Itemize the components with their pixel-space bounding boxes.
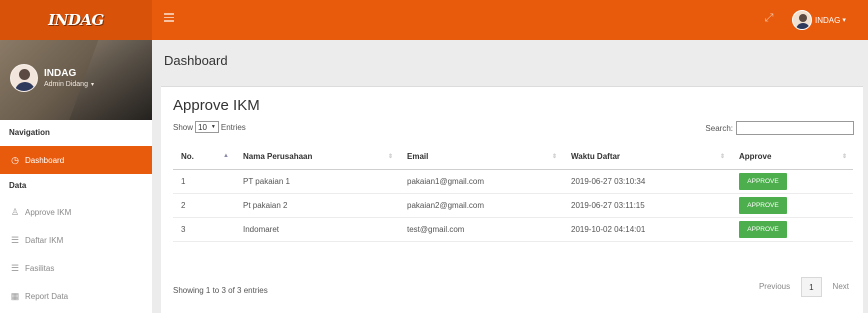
cell-nama: Pt pakaian 2 xyxy=(235,193,399,218)
cell-nama: Indomaret xyxy=(235,217,399,242)
table-info: Showing 1 to 3 of 3 entries xyxy=(173,286,268,295)
sort-icon: ⇕ xyxy=(387,154,393,160)
cell-nama: PT pakaian 1 xyxy=(235,169,399,194)
table-row: 3 Indomaret test@gmail.com 2019-10-02 04… xyxy=(173,217,853,242)
sidebar-item-label: Approve IKM xyxy=(25,207,72,217)
table-header-row: No. ▲ Nama Perusahaan ⇕ Email ⇕ Waktu Dafta… xyxy=(173,145,853,170)
entries-select[interactable]: 10 ▼ xyxy=(195,121,219,133)
user-profile-panel: INDAG Admin Didang ▾ xyxy=(0,40,152,120)
table-row: 1 PT pakaian 1 pakaian1@gmail.com 2019-0… xyxy=(173,169,853,194)
column-header-approve[interactable]: Approve ⇕ xyxy=(731,145,853,170)
search-label: Search: xyxy=(705,123,733,133)
user-check-icon: ♙ xyxy=(10,206,20,217)
sidebar-item-approve-ikm[interactable]: ♙ Approve IKM xyxy=(0,198,152,226)
pagination-previous[interactable]: Previous xyxy=(752,277,797,297)
pagination: Previous 1 Next xyxy=(752,277,856,297)
logo-area[interactable]: INDAG xyxy=(0,0,152,40)
fullscreen-expand-icon[interactable]: ⤢ xyxy=(763,12,775,24)
menu-toggle-icon[interactable] xyxy=(164,13,174,23)
chevron-down-icon: ▾ xyxy=(842,17,846,24)
user-menu[interactable]: INDAG ▾ xyxy=(792,9,846,31)
column-header-email[interactable]: Email ⇕ xyxy=(399,145,563,170)
sort-icon: ⇕ xyxy=(841,154,847,160)
sidebar-item-report-data[interactable]: ▦ Report Data xyxy=(0,282,152,310)
approve-button[interactable]: APPROVE xyxy=(739,172,787,190)
data-section-header: Data xyxy=(9,181,27,190)
user-name: INDAG xyxy=(815,15,841,25)
cell-no: 2 xyxy=(173,193,235,218)
sidebar-item-label: Dashboard xyxy=(25,155,65,165)
sort-icon: ⇕ xyxy=(551,154,557,160)
column-header-no[interactable]: No. ▲ xyxy=(173,145,235,170)
sort-asc-icon: ▲ xyxy=(223,153,229,159)
sidebar: INDAG Admin Didang ▾ Navigation ◷ Dashboa… xyxy=(0,40,152,313)
panel-title: Approve IKM xyxy=(173,97,260,114)
sidebar-item-label: Fasilitas xyxy=(25,263,55,273)
column-header-nama-perusahaan[interactable]: Nama Perusahaan ⇕ xyxy=(235,145,399,170)
cell-waktu: 2019-10-02 04:14:01 xyxy=(563,217,731,242)
show-label: Show xyxy=(173,122,194,132)
profile-role: Admin Didang xyxy=(44,81,88,88)
approve-button[interactable]: APPROVE xyxy=(739,196,787,214)
approve-button[interactable]: APPROVE xyxy=(739,220,787,238)
report-icon: ▦ xyxy=(10,290,20,301)
sort-icon: ⇕ xyxy=(719,154,725,160)
profile-avatar xyxy=(10,64,38,92)
search-input[interactable] xyxy=(736,121,854,135)
entries-select-value: 10 xyxy=(198,122,207,132)
cell-email: pakaian1@gmail.com xyxy=(399,169,563,194)
profile-name: INDAG xyxy=(44,68,77,79)
chevron-down-icon: ▾ xyxy=(90,82,94,88)
pagination-page-1[interactable]: 1 xyxy=(801,277,822,297)
cell-no: 1 xyxy=(173,169,235,194)
avatar xyxy=(792,10,812,30)
chevron-down-icon: ▼ xyxy=(210,124,216,130)
sidebar-item-label: Daftar IKM xyxy=(25,235,64,245)
dashboard-icon: ◷ xyxy=(11,154,19,165)
sidebar-item-dashboard[interactable]: ◷ Dashboard xyxy=(0,146,152,174)
main-content: Dashboard Approve IKM Show 10 ▼ Entries S… xyxy=(152,40,868,313)
profile-role-dropdown[interactable]: Admin Didang ▾ xyxy=(44,81,94,88)
cell-waktu: 2019-06-27 03:11:15 xyxy=(563,193,731,218)
app-logo: INDAG xyxy=(48,11,104,29)
sidebar-item-fasilitas[interactable]: ☰ Fasilitas xyxy=(0,254,152,282)
approve-ikm-panel: Approve IKM Show 10 ▼ Entries Search: No.… xyxy=(161,86,863,313)
page-title: Dashboard xyxy=(164,53,228,68)
column-header-waktu-daftar[interactable]: Waktu Daftar ⇕ xyxy=(563,145,731,170)
table-search: Search: xyxy=(705,121,854,135)
table-row: 2 Pt pakaian 2 pakaian2@gmail.com 2019-0… xyxy=(173,193,853,218)
list-icon: ☰ xyxy=(10,262,20,273)
cell-waktu: 2019-06-27 03:10:34 xyxy=(563,169,731,194)
approve-ikm-table: No. ▲ Nama Perusahaan ⇕ Email ⇕ Waktu Dafta… xyxy=(173,145,853,242)
cell-email: pakaian2@gmail.com xyxy=(399,193,563,218)
list-icon: ☰ xyxy=(10,234,20,245)
pagination-next[interactable]: Next xyxy=(826,277,856,297)
nav-section-header: Navigation xyxy=(9,128,50,137)
sidebar-item-label: Report Data xyxy=(25,291,69,301)
sidebar-item-daftar-ikm[interactable]: ☰ Daftar IKM xyxy=(0,226,152,254)
top-navbar: INDAG ⤢ INDAG ▾ xyxy=(0,0,868,40)
entries-label: Entries xyxy=(220,122,246,132)
entries-length-control: Show 10 ▼ Entries xyxy=(173,121,246,133)
cell-no: 3 xyxy=(173,217,235,242)
cell-email: test@gmail.com xyxy=(399,217,563,242)
